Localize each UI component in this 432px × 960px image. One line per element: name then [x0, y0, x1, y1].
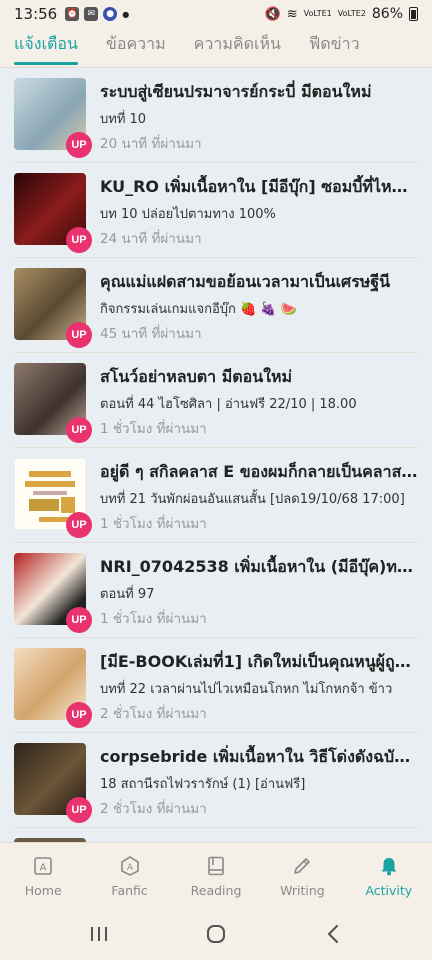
item-time: 1 ชั่วโมง ที่ผ่านมา: [100, 611, 207, 627]
item-subtitle: บท 10 ปล่อยไปตามทาง 100%: [100, 207, 276, 222]
up-badge: UP: [66, 607, 92, 633]
up-badge: UP: [66, 227, 92, 253]
item-time: 2 ชั่วโมง ที่ผ่านมา: [100, 706, 207, 722]
nav-home-label: Home: [24, 883, 62, 898]
item-title: ระบบสู่เซียนปรมาจารย์กระบี่ มีตอนใหม่: [100, 82, 372, 101]
item-time: 20 นาที ที่ผ่านมา: [100, 136, 202, 152]
message-icon: ✉: [84, 7, 99, 21]
nav-activity-label: Activity: [365, 883, 413, 898]
list-item[interactable]: UP KU_RO เพิ่มเนื้อหาใน [มีอีบุ๊ก] ซอมบี…: [14, 163, 418, 258]
item-title: [มีE-BOOKเล่มที่1] เกิดใหม่เป็นคุณหนูผู้…: [100, 652, 418, 671]
wifi-icon: ≋: [286, 6, 298, 22]
item-subtitle: ตอนที่ 44 ไฮโซศิลา | อ่านฟรี 22/10 | 18.…: [100, 397, 357, 412]
bell-icon: [381, 858, 397, 876]
status-bar: 13:56 ⏰ ✉ ● ● 🔇 ≋ VoLTE1 VoLTE2 86%: [0, 0, 432, 28]
home-circle-icon: [206, 925, 225, 943]
item-time: 1 ชั่วโมง ที่ผ่านมา: [100, 421, 207, 437]
app-notification-icon: ●: [103, 7, 118, 21]
activity-tabs: แจ้งเตือน ข้อความ ความคิดเห็น ฟีดข่าว: [0, 28, 432, 68]
list-item[interactable]: UP [มีE-BOOKเล่มที่1] เกิดใหม่เป็นคุณหนู…: [14, 638, 418, 733]
recent-apps-button[interactable]: [84, 919, 114, 949]
list-item[interactable]: UP corpsebride เพิ่มเนื้อหาใน วิธีโด่งดั…: [14, 733, 418, 828]
nav-writing[interactable]: Writing: [259, 843, 345, 908]
list-item[interactable]: UP ระบบสู่เซียนปรมาจารย์กระบี่ มีตอนใหม่…: [14, 68, 418, 163]
dot-icon: ●: [122, 9, 130, 19]
up-badge: UP: [66, 702, 92, 728]
up-badge: UP: [66, 417, 92, 443]
item-subtitle: 18 สถานีรถไฟวรารักษ์ (1) [อ่านฟรี]: [100, 777, 306, 792]
item-time: 24 นาที ที่ผ่านมา: [100, 231, 202, 247]
item-title: KU_RO เพิ่มเนื้อหาใน [มีอีบุ๊ก] ซอมบี้ที…: [100, 177, 418, 196]
mute-icon: 🔇: [264, 6, 281, 22]
nav-reading-label: Reading: [190, 883, 242, 898]
back-button[interactable]: [318, 919, 348, 949]
fanfic-a-icon: A: [120, 856, 139, 876]
list-item[interactable]: UP NRI_07042538 เพิ่มเนื้อหาใน (มีอีบุ๊ค…: [14, 543, 418, 638]
item-subtitle: บทที่ 21 วันพักผ่อนอันแสนสั้น [ปลด19/10/…: [100, 492, 405, 507]
notification-list: UP ระบบสู่เซียนปรมาจารย์กระบี่ มีตอนใหม่…: [0, 68, 432, 842]
item-title: คุณแม่แฝดสามขอย้อนเวลามาเป็นเศรษฐีนี: [100, 272, 391, 291]
item-subtitle: บทที่ 22 เวลาผ่านไปไวเหมือนโกหก ไม่โกหกจ…: [100, 682, 393, 697]
up-badge: UP: [66, 512, 92, 538]
up-badge: UP: [66, 322, 92, 348]
tab-news-feed[interactable]: ฟีดข่าว: [309, 28, 360, 65]
nav-reading[interactable]: Reading: [173, 843, 259, 908]
nav-writing-label: Writing: [280, 883, 325, 898]
list-item[interactable]: UP คุณแม่แฝดสามขอย้อนเวลามาเป็นเศรษฐีนี …: [14, 258, 418, 353]
recent-apps-icon: [90, 927, 107, 941]
list-item[interactable]: [14, 828, 418, 842]
battery-icon: [409, 7, 418, 21]
item-title: สโนว์อย่าหลบตา มีตอนใหม่: [100, 367, 293, 386]
up-badge: UP: [66, 797, 92, 823]
lte2-signal-icon: VoLTE2: [337, 9, 366, 18]
book-icon: [208, 856, 224, 876]
item-title: NRI_07042538 เพิ่มเนื้อหาใน (มีอีบุ๊ค)ทะ…: [100, 557, 418, 576]
up-badge: UP: [66, 132, 92, 158]
svg-text:A: A: [40, 863, 47, 874]
tab-comments[interactable]: ความคิดเห็น: [194, 28, 281, 65]
list-item[interactable]: UP อยู่ดี ๆ สกิลคลาส E ของผมก็กลายเป็นคล…: [14, 448, 418, 543]
back-chevron-icon: [328, 924, 339, 944]
list-item[interactable]: UP สโนว์อย่าหลบตา มีตอนใหม่ ตอนที่ 44 ไฮ…: [14, 353, 418, 448]
tab-notifications[interactable]: แจ้งเตือน: [14, 28, 78, 65]
nav-activity[interactable]: Activity: [346, 843, 432, 908]
item-subtitle: ตอนที่ 97: [100, 587, 155, 602]
item-subtitle: กิจกรรมเล่นเกมแจกอีบุ๊ก 🍓 🍇 🍉: [100, 302, 297, 317]
item-time: 45 นาที ที่ผ่านมา: [100, 326, 202, 342]
pencil-icon: [294, 858, 311, 874]
item-title: อยู่ดี ๆ สกิลคลาส E ของผมก็กลายเป็นคลาส …: [100, 462, 418, 481]
nav-fanfic[interactable]: A Fanfic: [86, 843, 172, 908]
item-subtitle: บทที่ 10: [100, 112, 147, 127]
home-a-icon: A: [34, 857, 53, 875]
home-button[interactable]: [201, 919, 231, 949]
status-right: 🔇 ≋ VoLTE1 VoLTE2 86%: [264, 6, 418, 22]
nav-fanfic-label: Fanfic: [111, 883, 148, 898]
svg-text:A: A: [127, 863, 134, 873]
item-time: 1 ชั่วโมง ที่ผ่านมา: [100, 516, 207, 532]
status-time: 13:56: [14, 5, 58, 23]
item-time: 2 ชั่วโมง ที่ผ่านมา: [100, 801, 207, 817]
bottom-nav: A Home A Fanfic Reading Writing Activity: [0, 842, 432, 908]
battery-percent: 86%: [371, 6, 403, 22]
alarm-icon: ⏰: [65, 7, 80, 21]
notification-icons: ⏰ ✉ ● ●: [65, 7, 129, 21]
item-title: corpsebride เพิ่มเนื้อหาใน วิธีโด่งดังฉบ…: [100, 747, 418, 766]
lte1-signal-icon: VoLTE1: [303, 9, 332, 18]
tab-messages[interactable]: ข้อความ: [106, 28, 166, 65]
system-nav-bar: [0, 908, 432, 960]
nav-home[interactable]: A Home: [0, 843, 86, 908]
